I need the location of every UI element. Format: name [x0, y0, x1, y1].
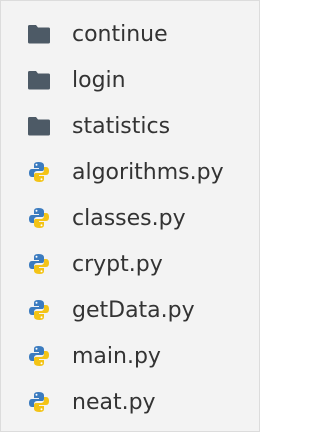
folder-icon: [27, 68, 51, 92]
file-item-main-py[interactable]: main.py: [1, 333, 259, 379]
python-file-icon: [27, 344, 51, 368]
item-label: continue: [72, 21, 168, 47]
python-file-icon: [27, 252, 51, 276]
item-label: crypt.py: [72, 251, 163, 277]
folder-icon: [27, 114, 51, 138]
file-tree: continue login statistics algorithms.py: [1, 1, 259, 425]
item-label: login: [72, 67, 126, 93]
item-label: classes.py: [72, 205, 186, 231]
file-item-crypt-py[interactable]: crypt.py: [1, 241, 259, 287]
folder-item-login[interactable]: login: [1, 57, 259, 103]
item-label: main.py: [72, 343, 161, 369]
file-item-algorithms-py[interactable]: algorithms.py: [1, 149, 259, 195]
python-file-icon: [27, 160, 51, 184]
item-label: algorithms.py: [72, 159, 224, 185]
file-item-neat-py[interactable]: neat.py: [1, 379, 259, 425]
file-item-getdata-py[interactable]: getData.py: [1, 287, 259, 333]
python-file-icon: [27, 206, 51, 230]
python-file-icon: [27, 298, 51, 322]
file-explorer-panel: continue login statistics algorithms.py: [0, 0, 260, 432]
folder-icon: [27, 22, 51, 46]
folder-item-continue[interactable]: continue: [1, 11, 259, 57]
python-file-icon: [27, 390, 51, 414]
item-label: getData.py: [72, 297, 195, 323]
item-label: neat.py: [72, 389, 156, 415]
file-item-classes-py[interactable]: classes.py: [1, 195, 259, 241]
folder-item-statistics[interactable]: statistics: [1, 103, 259, 149]
item-label: statistics: [72, 113, 171, 139]
